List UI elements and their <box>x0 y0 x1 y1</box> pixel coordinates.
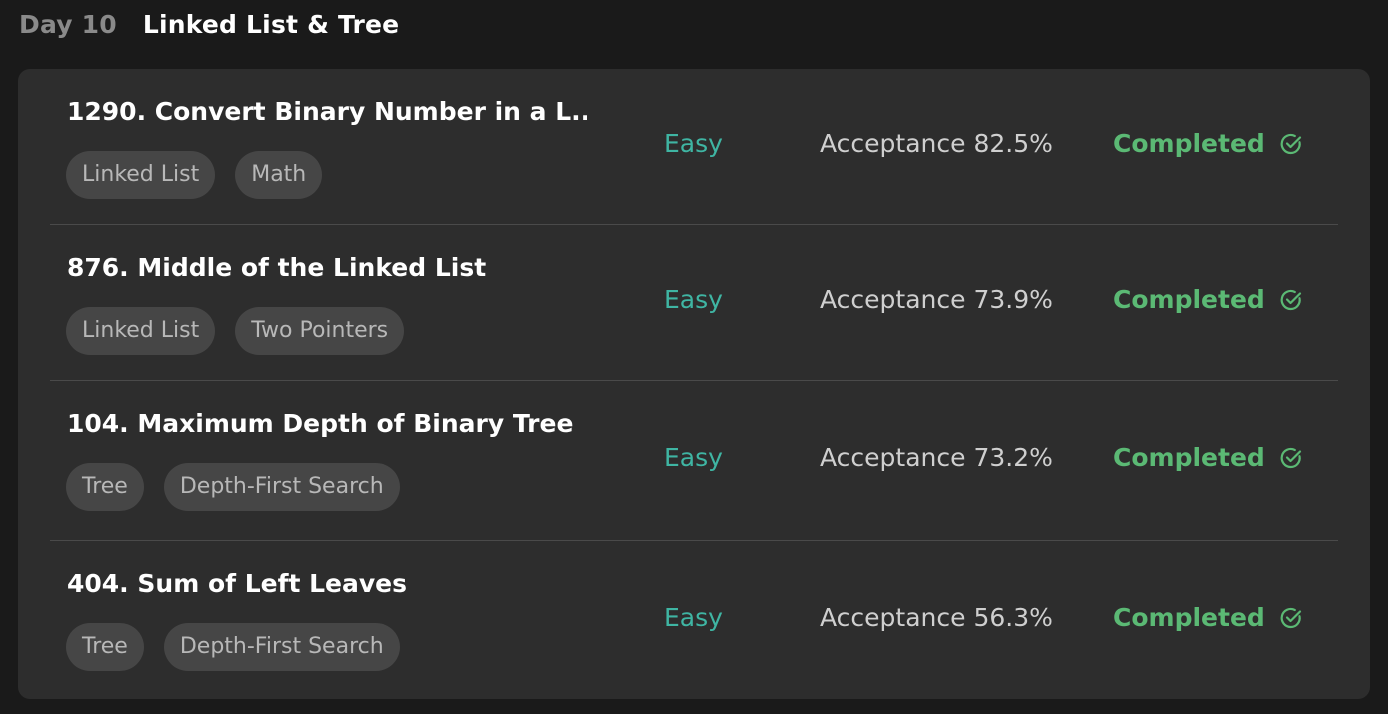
acceptance-rate: Acceptance 56.3% <box>820 603 1053 632</box>
difficulty-label: Easy <box>664 129 723 158</box>
status-label: Completed <box>1113 285 1265 314</box>
status-label: Completed <box>1113 129 1265 158</box>
problem-list-card: 1290. Convert Binary Number in a L... Li… <box>18 69 1370 699</box>
check-circle-icon <box>1279 132 1303 156</box>
status-label: Completed <box>1113 603 1265 632</box>
acceptance-rate: Acceptance 73.9% <box>820 285 1053 314</box>
acceptance-rate: Acceptance 73.2% <box>820 443 1053 472</box>
check-circle-icon <box>1279 288 1303 312</box>
problem-tags: Linked List Math <box>66 151 323 199</box>
difficulty-label: Easy <box>664 285 723 314</box>
difficulty-label: Easy <box>664 443 723 472</box>
acceptance-rate: Acceptance 82.5% <box>820 129 1053 158</box>
problem-row[interactable]: 404. Sum of Left Leaves Tree Depth-First… <box>50 541 1338 699</box>
problem-row[interactable]: 1290. Convert Binary Number in a L... Li… <box>50 69 1338 224</box>
status-completed: Completed <box>1113 443 1303 472</box>
difficulty-label: Easy <box>664 603 723 632</box>
problem-title[interactable]: 104. Maximum Depth of Binary Tree <box>67 409 573 438</box>
problem-tags: Linked List Two Pointers <box>66 307 405 355</box>
check-circle-icon <box>1279 606 1303 630</box>
day-header: Day 10 Linked List & Tree <box>19 6 399 42</box>
problem-title[interactable]: 404. Sum of Left Leaves <box>67 569 407 598</box>
problem-row[interactable]: 876. Middle of the Linked List Linked Li… <box>50 225 1338 380</box>
problem-tags: Tree Depth-First Search <box>66 623 400 671</box>
status-completed: Completed <box>1113 285 1303 314</box>
status-completed: Completed <box>1113 603 1303 632</box>
topic-tag[interactable]: Math <box>235 151 323 199</box>
status-completed: Completed <box>1113 129 1303 158</box>
check-circle-icon <box>1279 446 1303 470</box>
topic-tag[interactable]: Depth-First Search <box>163 623 400 671</box>
day-label: Day 10 <box>19 9 117 39</box>
topic-tag[interactable]: Depth-First Search <box>163 463 400 511</box>
status-label: Completed <box>1113 443 1265 472</box>
topic-tag[interactable]: Two Pointers <box>235 307 405 355</box>
topic-tag[interactable]: Linked List <box>66 307 216 355</box>
day-title: Linked List & Tree <box>142 9 400 39</box>
problem-title[interactable]: 876. Middle of the Linked List <box>67 253 486 282</box>
topic-tag[interactable]: Tree <box>66 463 144 511</box>
problem-tags: Tree Depth-First Search <box>66 463 400 511</box>
topic-tag[interactable]: Linked List <box>66 151 216 199</box>
problem-title[interactable]: 1290. Convert Binary Number in a L... <box>67 97 587 126</box>
topic-tag[interactable]: Tree <box>66 623 144 671</box>
problem-row[interactable]: 104. Maximum Depth of Binary Tree Tree D… <box>50 381 1338 540</box>
